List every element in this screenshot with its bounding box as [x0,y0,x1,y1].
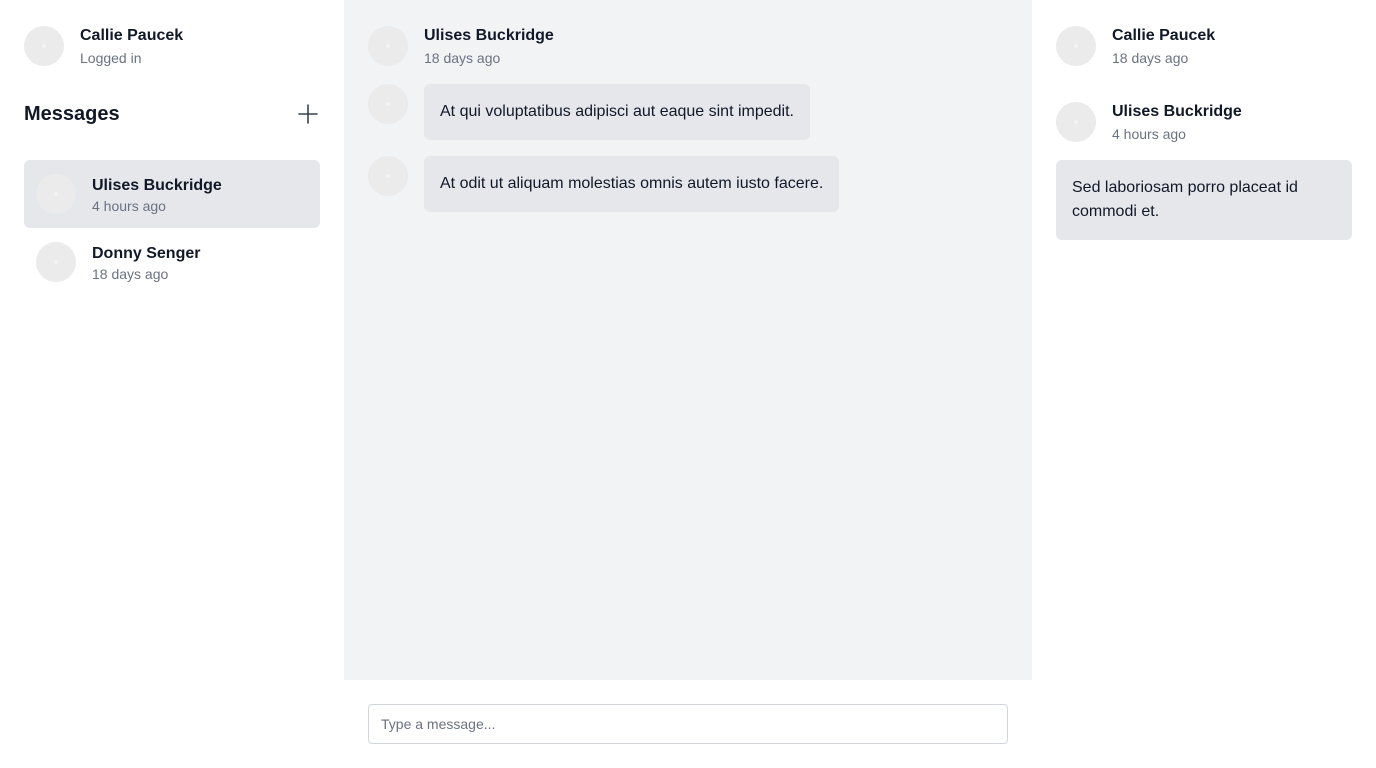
participant-name: Callie Paucek [1112,27,1216,44]
message-bubble: At odit ut aliquam molestias omnis autem… [424,156,840,212]
current-user-status: Logged in [80,50,142,66]
message-bubble: At qui voluptatibus adipisci aut eaque s… [424,84,810,140]
message-time: 18 days ago [424,50,501,66]
avatar [36,242,76,282]
conversation-item-donny-senger[interactable]: Donny Senger 18 days ago [24,228,320,296]
message-avatar [368,84,408,124]
current-user-avatar [24,26,64,66]
message-avatar [368,156,408,196]
conversation-time: 4 hours ago [92,198,166,214]
chat-thread: Ulises Buckridge 18 days ago At qui volu… [344,0,1032,680]
conversation-time: 18 days ago [92,266,169,282]
sender-avatar [368,26,408,66]
participant-time: 18 days ago [1112,50,1189,66]
new-message-button[interactable] [296,102,320,126]
messaging-app: Callie Paucek Logged in Messages Ulises … [0,0,1376,768]
conversation-name: Ulises Buckridge [92,177,222,194]
plus-icon [298,104,318,124]
sender-name: Ulises Buckridge [424,27,554,44]
participant-avatar [1056,26,1096,66]
message-input[interactable] [368,704,1008,744]
preview-message-bubble: Sed laboriosam porro placeat id commodi … [1056,160,1352,240]
participant-avatar [1056,102,1096,142]
details-panel: Callie Paucek 18 days ago Ulises Buckrid… [1032,0,1376,768]
avatar [36,174,76,214]
participant-name: Ulises Buckridge [1112,103,1242,120]
conversation-name: Donny Senger [92,245,201,262]
messages-heading: Messages [24,103,120,125]
participant-time: 4 hours ago [1112,126,1186,142]
conversation-item-ulises-buckridge[interactable]: Ulises Buckridge 4 hours ago [24,160,320,228]
current-user-name: Callie Paucek [80,27,184,44]
sidebar: Callie Paucek Logged in Messages Ulises … [0,0,344,768]
